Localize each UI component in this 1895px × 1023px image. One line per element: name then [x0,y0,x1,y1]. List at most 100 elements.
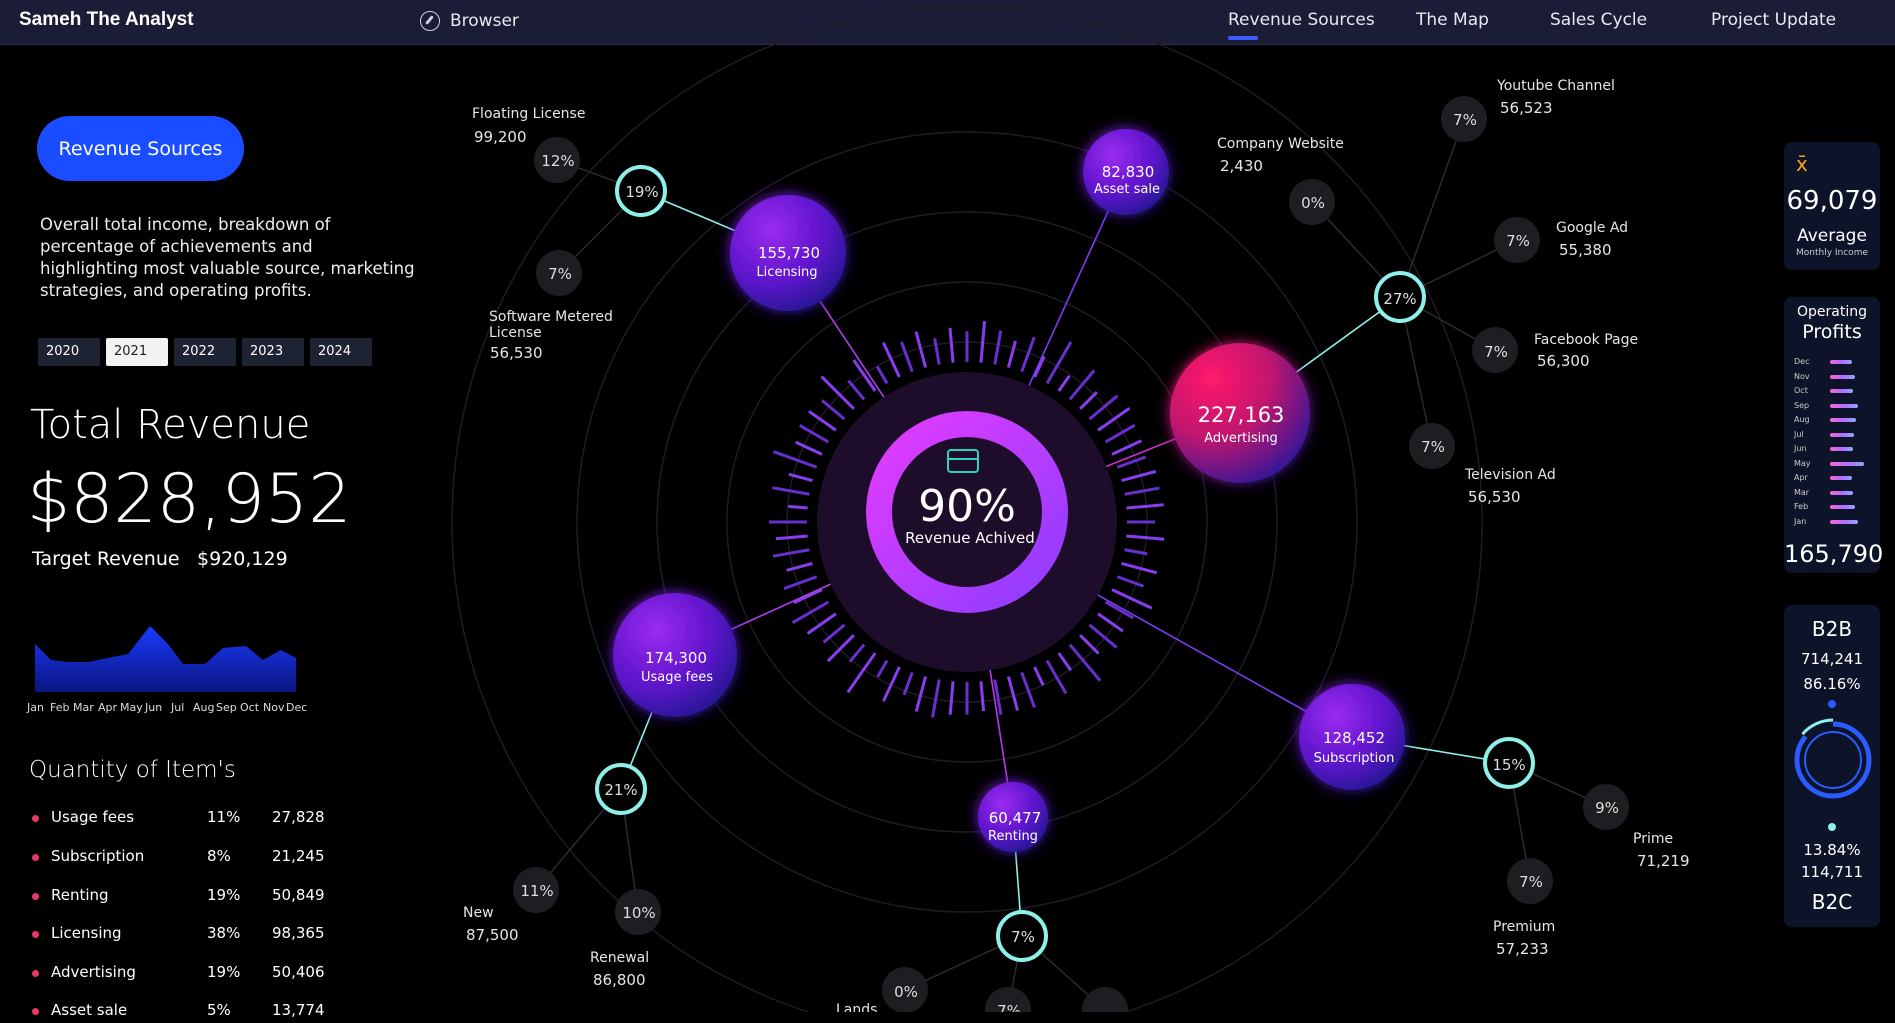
tick-mark [1088,394,1119,421]
bubble-value: 155,730 [758,244,820,262]
tick-mark [948,327,955,363]
tick-mark [793,588,823,605]
source-value: 56,300 [1537,352,1590,370]
op-bar [1830,447,1854,451]
op-bar-row: Oct [1794,386,1874,396]
op-bar-row: Sep [1794,401,1874,411]
b2b-value: 714,241 [1800,650,1864,668]
mean-icon: x̄ [1796,152,1808,176]
source-name: Google Ad [1556,220,1628,236]
b2b-donut [1791,718,1875,802]
b2b-dot-icon [1828,700,1836,708]
tick-mark [993,330,1003,365]
bubble-value: 60,477 [989,809,1042,827]
source-name: Premium [1493,919,1555,935]
op-bar [1830,476,1853,480]
tick-mark [1006,676,1019,711]
source-value: 71,219 [1637,852,1690,870]
source-value: 56,523 [1500,99,1553,117]
op-bar-row: Apr [1794,473,1874,483]
tick-mark [914,676,928,712]
tick-mark [826,634,855,663]
sub-pct: 7% [997,1002,1021,1012]
op-bar [1830,490,1854,495]
bubble-label: Subscription [1314,751,1395,766]
sub-pct: 0% [894,983,918,1001]
tick-mark [1124,548,1148,556]
tick-mark [1006,340,1017,368]
op-month-label: Oct [1794,386,1808,395]
achievement-percent: 90% [918,481,1016,532]
source-value: 57,233 [1496,940,1549,958]
tick-mark [1126,534,1165,541]
op-month-label: Sep [1794,400,1810,410]
bubble-value: 128,452 [1323,729,1385,747]
hub-pct: 15% [1492,756,1525,774]
tick-mark [979,321,987,363]
tick-mark [933,338,941,365]
tick-mark [1116,575,1145,588]
bubble-label: Asset sale [1094,182,1160,197]
tick-mark [788,504,808,510]
tick-mark [852,359,877,392]
tick-mark [1097,612,1124,633]
b2c-pct: 13.84% [1803,841,1861,859]
operating-profits-panel: Operating Profits Dec Nov Oct Sep Aug Jul Jun M… [1784,297,1884,573]
sub-pct: 7% [1484,343,1508,361]
sub-pct: 7% [1453,111,1477,129]
op-bar [1830,461,1865,466]
b2c-label: B2C [1811,890,1853,914]
op-bar-row: Aug [1794,415,1874,425]
op-month-label: Jan [1794,516,1807,526]
tick-mark [772,548,810,558]
op-month-label: Dec [1794,357,1810,366]
tick-mark [875,365,889,385]
source-name: Lands [836,1002,877,1012]
tick-mark [876,659,889,678]
op-month-label: Aug [1794,415,1810,424]
b2c-dot-icon [1828,823,1836,831]
source-value: 86,800 [593,971,646,989]
tick-mark [1126,503,1164,510]
operating-total: 165,790 [1784,540,1884,568]
op-month-label: Feb [1794,502,1809,511]
source-name: Youtube Channel [1496,78,1615,94]
achievement-label: Revenue Achived [905,529,1035,547]
sub-pct: 10% [622,904,655,922]
op-bar [1830,374,1855,379]
tick-mark [848,643,866,663]
tick-mark [1097,406,1131,432]
tick-mark [1033,666,1045,686]
sub-pct: 11% [520,882,553,900]
average-income-panel: x̄ 69,079 Average Monthly Income [1784,142,1880,270]
profits-title: Profits [1802,321,1862,343]
average-sublabel: Monthly Income [1795,248,1868,258]
tick-mark [1057,652,1073,672]
op-bar-row: Feb [1794,502,1874,512]
op-bar [1830,403,1858,408]
bubble-label: Renting [988,829,1038,844]
op-bar-row: May [1794,459,1874,469]
tick-mark [900,341,914,373]
tick-mark [1121,561,1158,575]
tick-mark [791,600,830,625]
source-name: Software Metered [489,309,613,325]
source-value: 2,430 [1220,157,1263,175]
hub-pct: 21% [604,781,637,799]
source-value: 56,530 [1468,488,1521,506]
tick-mark [882,666,901,702]
op-bar [1830,519,1858,524]
op-bar [1830,389,1854,393]
tick-mark [1116,455,1146,469]
tick-mark [786,561,813,572]
source-name: Television Ad [1464,467,1556,483]
op-month-label: Apr [1794,473,1808,482]
b2c-arc [1791,718,1875,802]
bubble-label: Usage fees [641,670,713,685]
average-label: Average [1797,226,1867,246]
tick-mark [1079,634,1100,655]
sub-pct: 7% [1506,232,1530,250]
b2c-value: 114,711 [1800,863,1864,881]
source-name: Floating License [472,106,585,122]
source-name: Company Website [1217,136,1344,152]
